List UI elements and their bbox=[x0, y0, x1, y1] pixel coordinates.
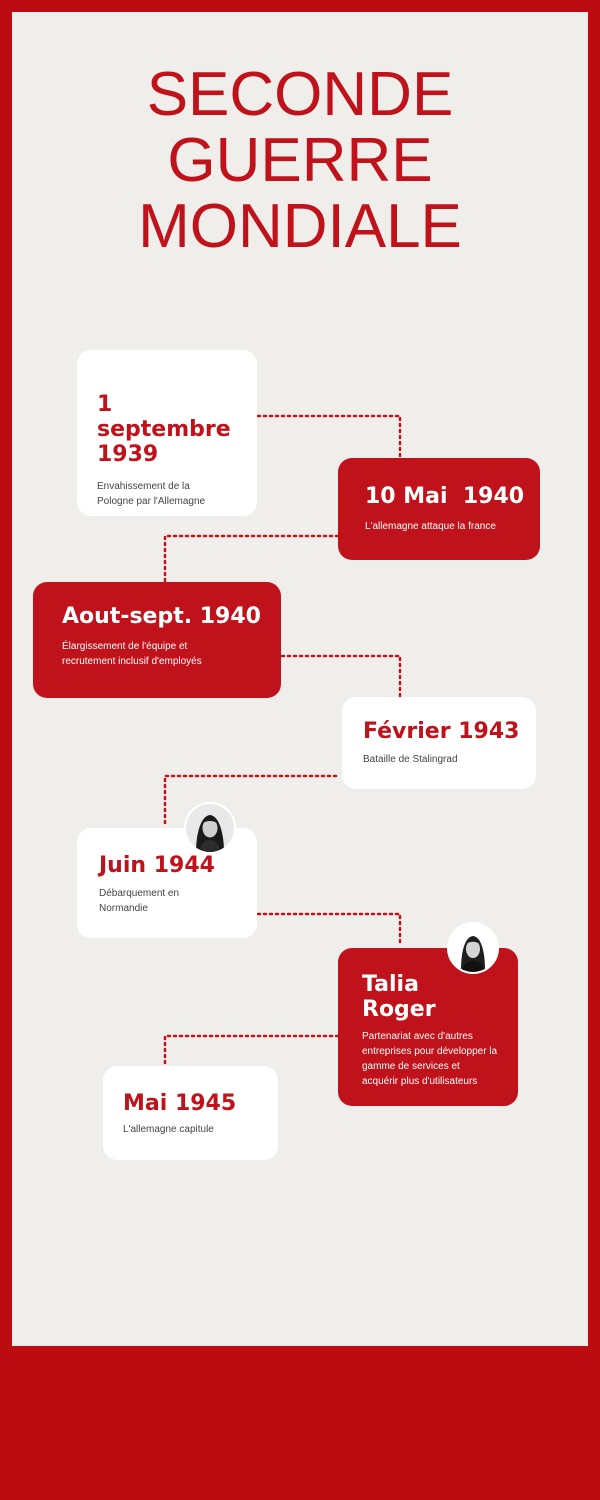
timeline-event-card: 1 septembre 1939 Envahissement de la Pol… bbox=[77, 350, 257, 516]
event-description: L'allemagne attaque la france bbox=[365, 521, 496, 532]
event-date: 1 septembre 1939 bbox=[97, 392, 231, 467]
portrait-avatar bbox=[184, 802, 236, 854]
connector-3 bbox=[280, 654, 402, 698]
timeline-event-card: Aout-sept. 1940 Élargissement de l'équip… bbox=[33, 582, 281, 698]
connector-1 bbox=[256, 414, 402, 460]
event-description: L'allemagne capitule bbox=[123, 1124, 214, 1135]
timeline-event-card: Mai 1945 L'allemagne capitule bbox=[103, 1066, 278, 1160]
event-description: Envahissement de la Pologne par l'Allema… bbox=[97, 481, 206, 507]
portrait-avatar bbox=[447, 922, 499, 974]
event-description: Élargissement de l'équipe et recrutement… bbox=[62, 641, 202, 667]
connector-6 bbox=[163, 1034, 340, 1068]
event-date: 10 Mai 1940 bbox=[365, 484, 525, 509]
connector-5 bbox=[256, 912, 402, 948]
timeline-event-card: Février 1943 Bataille de Stalingrad bbox=[342, 697, 536, 789]
event-description: Débarquement en Normandie bbox=[99, 888, 180, 914]
timeline-event-card: 10 Mai 1940 L'allemagne attaque la franc… bbox=[338, 458, 540, 560]
event-description: Bataille de Stalingrad bbox=[363, 754, 458, 765]
timeline-event-card: Talia Roger Partenariat avec d'autres en… bbox=[338, 948, 518, 1106]
event-description: Partenariat avec d'autres entreprises po… bbox=[362, 1031, 498, 1087]
event-date: Aout-sept. 1940 bbox=[62, 604, 261, 629]
event-date: Mai 1945 bbox=[123, 1091, 237, 1116]
event-date: Talia Roger bbox=[362, 972, 436, 1022]
event-date: Juin 1944 bbox=[99, 853, 215, 878]
connector-2 bbox=[163, 534, 340, 584]
event-date: Février 1943 bbox=[363, 719, 520, 744]
